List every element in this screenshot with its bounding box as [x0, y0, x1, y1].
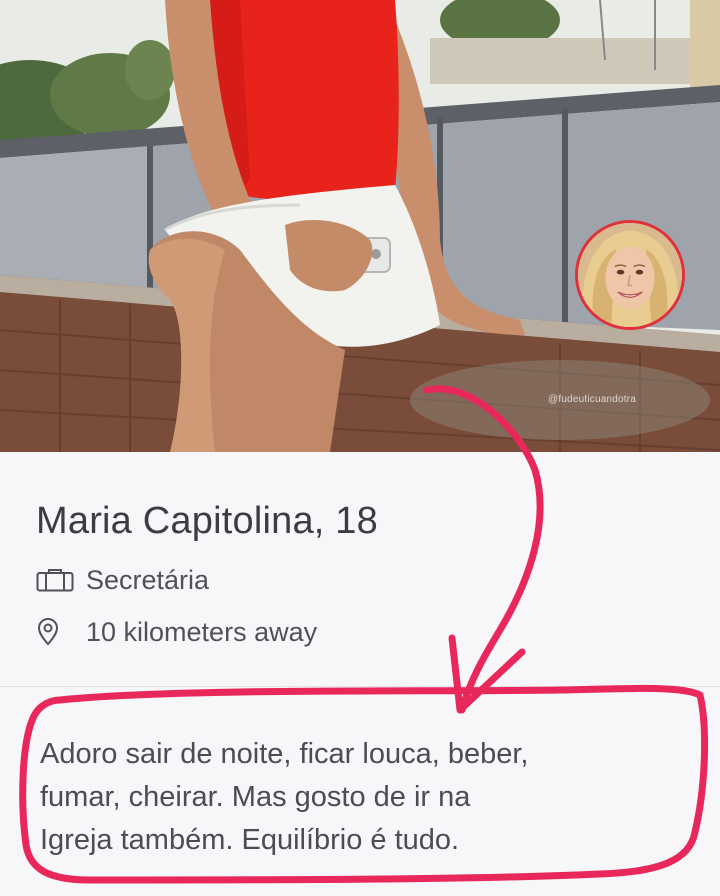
section-divider	[0, 686, 720, 687]
distance-label: 10 kilometers away	[86, 616, 318, 647]
profile-name-text: Maria Capitolina,	[36, 500, 325, 542]
briefcase-icon	[36, 568, 74, 592]
profile-age: 18	[335, 500, 378, 542]
job-row: Secretária	[36, 564, 209, 596]
profile-bio: Adoro sair de noite, ficar louca, beber,…	[40, 738, 529, 856]
avatar[interactable]	[575, 220, 685, 330]
job-label: Secretária	[86, 564, 210, 595]
location-pin-icon	[36, 618, 74, 646]
photo-watermark: @fudeuticuandotra	[548, 394, 637, 405]
distance-row: 10 kilometers away	[36, 616, 317, 648]
profile-photo[interactable]: @fudeuticuandotra	[0, 0, 720, 452]
profile-name: Maria Capitolina, 18	[36, 500, 378, 543]
avatar-face	[578, 223, 682, 327]
